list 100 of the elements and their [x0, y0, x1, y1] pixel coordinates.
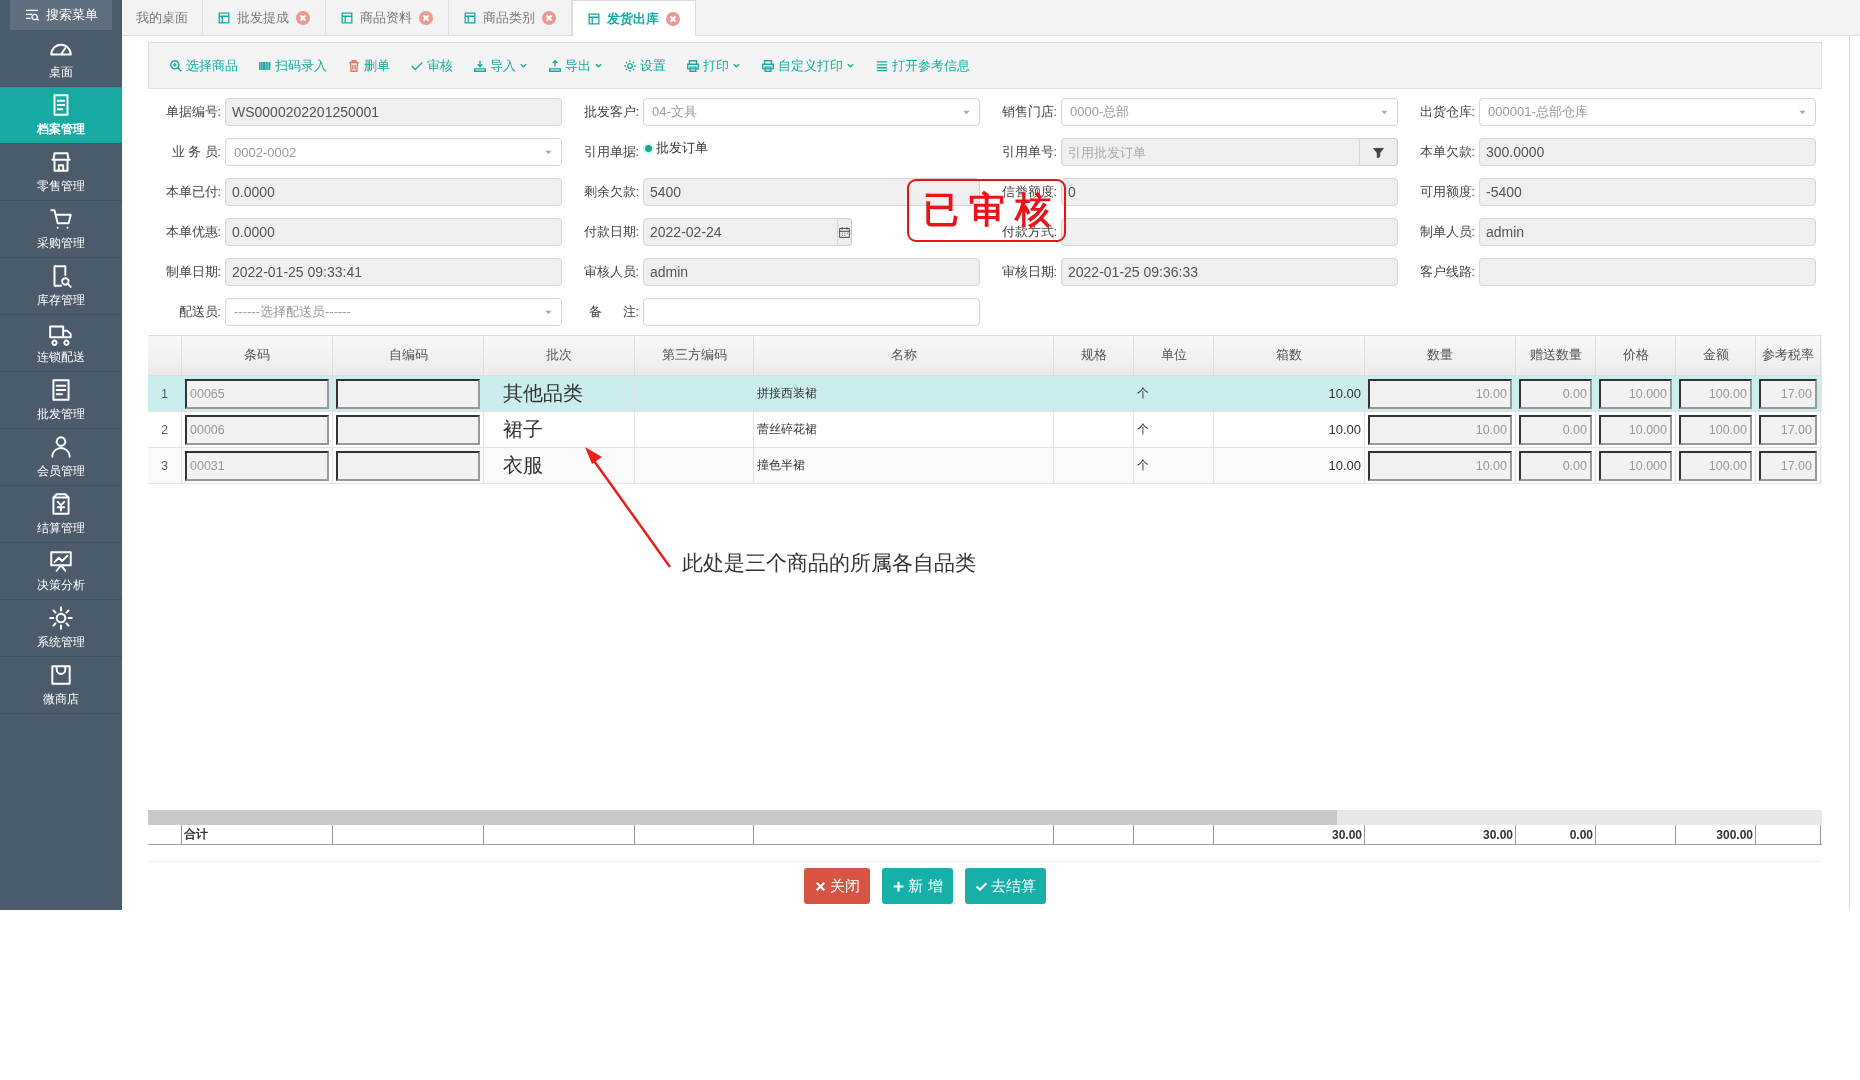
toolbar-button[interactable]: 设置	[623, 56, 666, 75]
radio-option[interactable]: 批发订单	[643, 139, 708, 157]
field-label: 引用单号:	[1000, 143, 1058, 161]
sidebar-item[interactable]: 会员管理	[0, 429, 122, 486]
text-field[interactable]: 0.0000	[225, 218, 562, 246]
text-field[interactable]: 2022-01-25 09:36:33	[1061, 258, 1398, 286]
cell-input[interactable]: 10.000	[1599, 414, 1672, 445]
horizontal-scrollbar[interactable]	[148, 810, 1822, 825]
column-header: 名称	[754, 336, 1054, 375]
toolbar-button[interactable]: 审核	[410, 56, 453, 75]
table-row[interactable]: 3 00031 衣服 撞色半裙 个 10.00 10.00 0.00 10.000 100.00 17.00	[148, 448, 1822, 484]
column-header: 规格	[1054, 336, 1134, 375]
date-field[interactable]: 2022-02-24	[643, 218, 838, 246]
settings-icon	[623, 58, 637, 73]
field-label: 单据编号:	[164, 103, 222, 121]
select-field[interactable]: 0000-总部	[1061, 98, 1398, 126]
calendar-button[interactable]	[838, 218, 852, 246]
table-cell-text: 衣服	[502, 453, 543, 478]
column-header: 赠送数量	[1516, 336, 1596, 375]
text-field[interactable]	[1479, 258, 1816, 286]
total-cell: 30.00	[1482, 827, 1513, 842]
close-icon[interactable]	[541, 9, 557, 26]
text-field[interactable]	[643, 298, 980, 326]
cell-input[interactable]: 100.00	[1679, 414, 1752, 445]
close-icon[interactable]	[665, 10, 681, 27]
cell-input[interactable]: 10.00	[1368, 378, 1512, 409]
sidebar-item[interactable]: 决策分析	[0, 543, 122, 600]
text-field[interactable]: -5400	[1479, 178, 1816, 206]
text-field[interactable]	[1061, 218, 1398, 246]
cell-input[interactable]: 0.00	[1519, 414, 1592, 445]
text-field[interactable]: 引用批发订单	[1061, 138, 1360, 166]
sidebar-item[interactable]: 档案管理	[0, 87, 122, 144]
cell-input[interactable]: 17.00	[1759, 378, 1817, 409]
cell-input[interactable]: 10.000	[1599, 378, 1672, 409]
toolbar-button[interactable]: 扫码录入	[258, 56, 327, 75]
table-cell: 10.00	[1328, 458, 1361, 473]
cell-input[interactable]: 00006	[185, 414, 329, 445]
sidebar-item[interactable]: 微商店	[0, 657, 122, 714]
field-label: 本单欠款:	[1418, 143, 1476, 161]
cell-input[interactable]: 100.00	[1679, 450, 1752, 481]
cell-input[interactable]: 0.00	[1519, 450, 1592, 481]
cell-input[interactable]: 17.00	[1759, 450, 1817, 481]
toolbar-button[interactable]: 自定义打印	[761, 56, 855, 75]
search-menu-button[interactable]: 搜索菜单	[10, 0, 112, 30]
column-header: 第三方编码	[635, 336, 754, 375]
select-field[interactable]: 04-文具	[643, 98, 980, 126]
toolbar-button[interactable]: 导入	[473, 56, 528, 75]
text-field[interactable]: 2022-01-25 09:33:41	[225, 258, 562, 286]
column-header: 金额	[1676, 336, 1756, 375]
toolbar-button[interactable]: 选择商品	[169, 56, 238, 75]
total-cell: 30.00	[1331, 827, 1362, 842]
filter-button[interactable]	[1360, 138, 1398, 166]
select-field[interactable]: 000001-总部仓库	[1479, 98, 1816, 126]
field-label: 批发客户:	[582, 103, 640, 121]
sidebar-item[interactable]: 库存管理	[0, 258, 122, 315]
action-button[interactable]: 新 增	[882, 868, 953, 904]
table-cell: 个	[1137, 385, 1149, 402]
table-cell-text: 裙子	[502, 417, 543, 442]
cell-input[interactable]: 10.00	[1368, 450, 1512, 481]
cell-input[interactable]: 100.00	[1679, 378, 1752, 409]
toolbar-button[interactable]: 打开参考信息	[875, 56, 970, 75]
text-field[interactable]: 0	[1061, 178, 1398, 206]
select-field[interactable]: ------选择配送员------	[225, 298, 562, 326]
toolbar-button[interactable]: 删单	[347, 56, 390, 75]
text-field[interactable]: 300.0000	[1479, 138, 1816, 166]
field-label: 本单优惠:	[164, 223, 222, 241]
cell-input[interactable]	[336, 450, 480, 481]
close-icon[interactable]	[295, 9, 311, 26]
sidebar-item[interactable]: 系统管理	[0, 600, 122, 657]
text-field[interactable]: 0.0000	[225, 178, 562, 206]
tab[interactable]: 发货出库	[572, 0, 696, 36]
table-row[interactable]: 2 00006 裙子 蕾丝碎花裙 个 10.00 10.00 0.00 10.000 100.00 17.00	[148, 412, 1822, 448]
cell-input[interactable]: 00031	[185, 450, 329, 481]
total-cell: 0.00	[1569, 827, 1593, 842]
sidebar-item[interactable]: 结算管理	[0, 486, 122, 543]
toolbar-button[interactable]: 导出	[548, 56, 603, 75]
cell-input[interactable]: 0.00	[1519, 378, 1592, 409]
action-button[interactable]: 去结算	[964, 868, 1046, 904]
printer-icon	[686, 58, 700, 73]
table-row[interactable]: 1 00065 其他品类 拼接西装裙 个 10.00 10.00 0.00 10.000 100.00 17.00	[148, 376, 1822, 412]
cell-input[interactable]: 10.000	[1599, 450, 1672, 481]
cell-input[interactable]: 10.00	[1368, 414, 1512, 445]
close-icon[interactable]	[418, 9, 434, 26]
field-label: 本单已付:	[164, 183, 222, 201]
select-field[interactable]: 0002-0002	[225, 138, 562, 166]
sidebar-item[interactable]: 零售管理	[0, 144, 122, 201]
sidebar-item[interactable]: 批发管理	[0, 372, 122, 429]
sidebar-item[interactable]: 连锁配送	[0, 315, 122, 372]
scrollbar-thumb[interactable]	[148, 810, 1337, 825]
action-button[interactable]: 关闭	[804, 868, 871, 904]
cell-input[interactable]: 17.00	[1759, 414, 1817, 445]
cell-input[interactable]	[336, 414, 480, 445]
cell-input[interactable]	[336, 378, 480, 409]
sidebar-item[interactable]: 采购管理	[0, 201, 122, 258]
table-cell-text: 其他品类	[502, 381, 583, 406]
toolbar-button[interactable]: 打印	[686, 56, 741, 75]
cell-input[interactable]: 00065	[185, 378, 329, 409]
text-field[interactable]: admin	[643, 258, 980, 286]
text-field[interactable]: admin	[1479, 218, 1816, 246]
text-field[interactable]: WS0000202201250001	[225, 98, 562, 126]
